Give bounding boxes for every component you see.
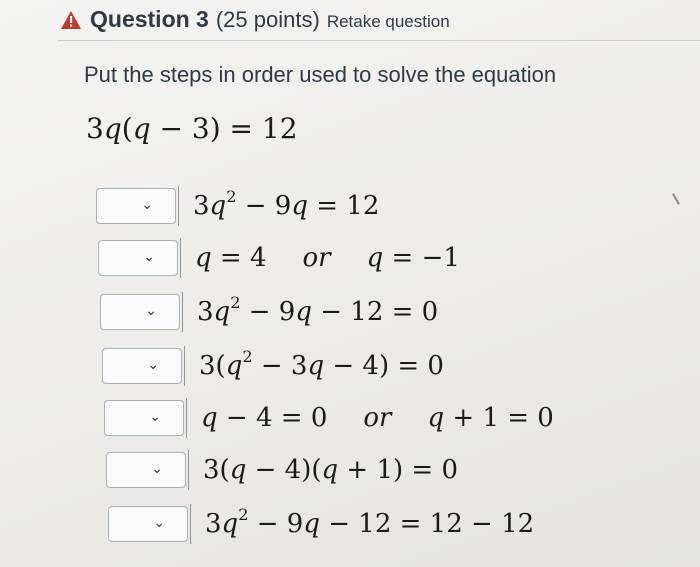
order-dropdown[interactable]: ⌄ [98,240,178,276]
step-row: ⌄ 3q2 − 9q = 12 [96,186,379,226]
row-separator [186,398,187,438]
step-expression: 3(q2 − 3q − 4) = 0 [199,346,444,381]
step-expression: q = 4 or q = −1 [195,243,460,273]
warning-triangle-icon [61,11,81,29]
step-expression: 3q2 − 9q = 12 [193,186,380,221]
step-row: ⌄ 3(q − 4)(q + 1) = 0 [106,450,458,490]
target-equation: 3q(q − 3) = 12 [86,112,298,145]
chevron-down-icon: ⌄ [151,461,163,478]
question-title: Question 3 [90,6,209,32]
step-expression: 3q2 − 9q − 12 = 12 − 12 [205,504,535,539]
chevron-down-icon: ⌄ [153,515,165,532]
question-prompt: Put the steps in order used to solve the… [84,62,557,87]
order-dropdown[interactable]: ⌄ [104,400,184,436]
row-separator [184,346,185,386]
order-dropdown[interactable]: ⌄ [106,452,186,488]
order-dropdown[interactable]: ⌄ [108,506,188,542]
step-expression: 3(q − 4)(q + 1) = 0 [203,455,459,485]
row-separator [180,238,181,278]
stray-mark [672,193,680,205]
row-separator [188,450,189,490]
question-header: Question 3 (25 points) Retake question [60,6,450,33]
retake-question-link[interactable]: Retake question [327,12,450,32]
chevron-down-icon: ⌄ [149,409,161,426]
step-row: ⌄ 3(q2 − 3q − 4) = 0 [102,346,444,386]
step-row: ⌄ q = 4 or q = −1 [98,238,460,278]
step-expression: q − 4 = 0 or q + 1 = 0 [201,403,554,433]
chevron-down-icon: ⌄ [145,303,157,320]
order-dropdown[interactable]: ⌄ [96,188,176,224]
chevron-down-icon: ⌄ [147,357,159,374]
row-separator [190,504,191,544]
question-points: (25 points) [215,7,320,32]
chevron-down-icon: ⌄ [141,197,153,214]
header-divider [58,40,700,41]
chevron-down-icon: ⌄ [143,249,155,266]
order-dropdown[interactable]: ⌄ [100,294,180,330]
order-dropdown[interactable]: ⌄ [102,348,182,384]
step-row: ⌄ 3q2 − 9q − 12 = 12 − 12 [108,504,534,544]
step-row: ⌄ 3q2 − 9q − 12 = 0 [100,292,438,332]
row-separator [178,186,179,226]
step-expression: 3q2 − 9q − 12 = 0 [197,292,439,327]
step-row: ⌄ q − 4 = 0 or q + 1 = 0 [104,398,554,438]
row-separator [182,292,183,332]
